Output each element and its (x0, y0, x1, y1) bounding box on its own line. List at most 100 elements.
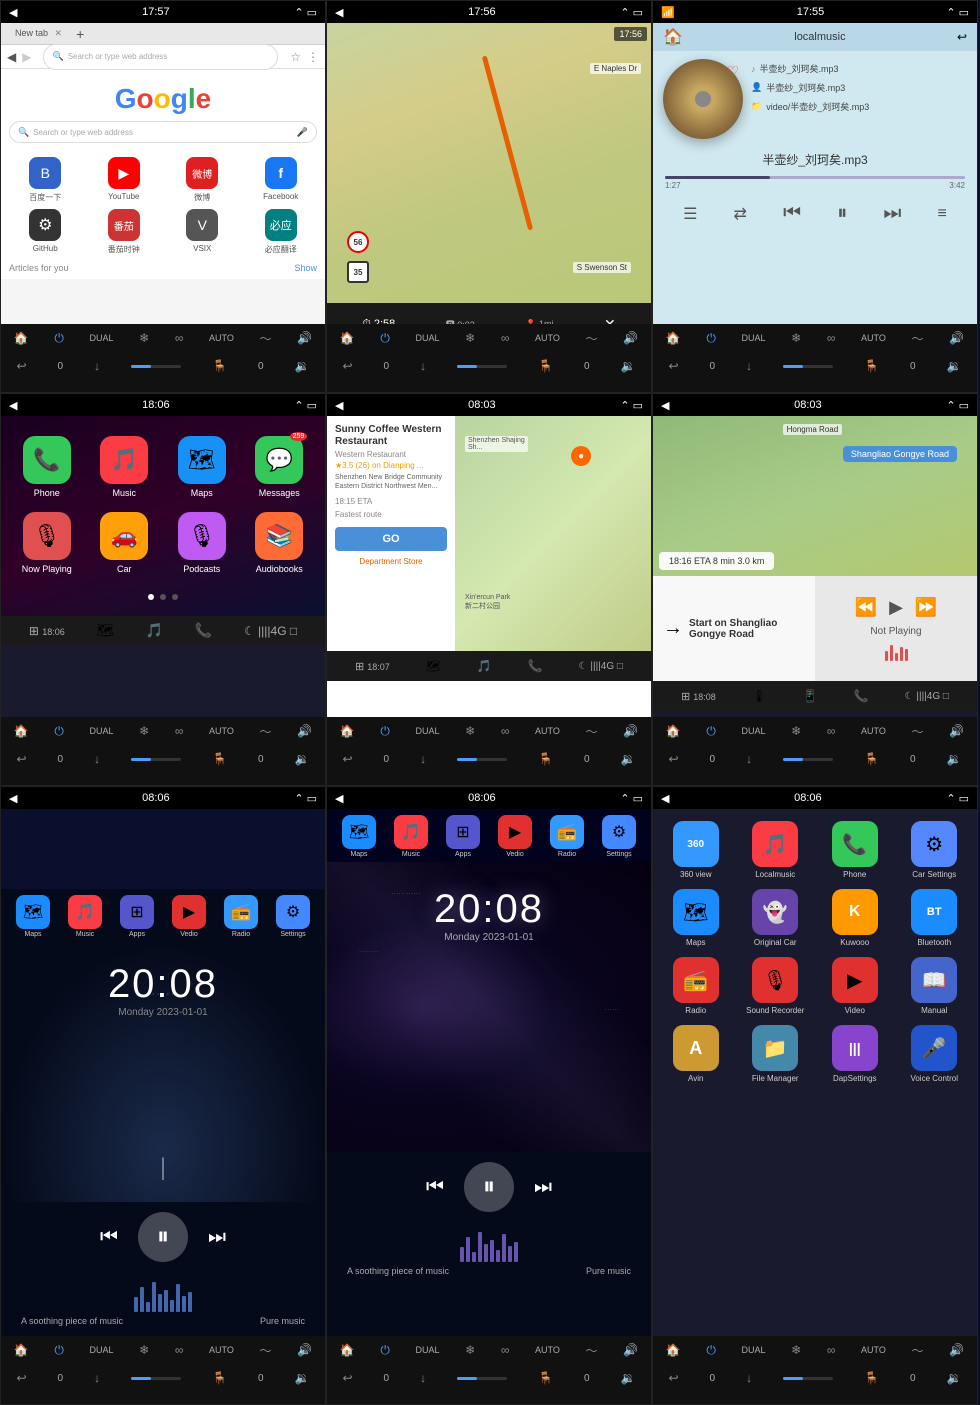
back-icon[interactable]: ↩ (16, 359, 26, 373)
ns2-music-app[interactable]: 🎵 Music (394, 815, 428, 858)
shortcut-baidu[interactable]: B 百度一下 (9, 157, 82, 203)
ns2-back-icon[interactable]: ◀ (335, 792, 343, 805)
split-back-tb-icon[interactable]: ↩ (668, 752, 678, 766)
poi-phone-icon[interactable]: 📞 (528, 659, 543, 673)
ns1-back-icon[interactable]: ◀ (9, 792, 17, 805)
ns1-speaker-icon[interactable]: 🔊 (297, 1343, 312, 1357)
cp-home-icon[interactable]: 🏠 (14, 724, 29, 738)
nav-wave-icon[interactable]: 〜 (586, 330, 598, 347)
track-item-3[interactable]: 📁 video/半壶纱_刘珂矣.mp3 (751, 97, 967, 116)
ns2-apps-app[interactable]: ⊞ Apps (446, 815, 480, 858)
browser-tab[interactable]: New tab ✕ (7, 26, 70, 41)
poi-link-icon[interactable]: ∞ (501, 724, 510, 738)
track-item-2[interactable]: 👤 半壶纱_刘珂矣.mp3 (751, 78, 967, 97)
next-icon[interactable]: ⏭ (883, 202, 901, 225)
ns2-vedio-app[interactable]: ▶ Vedio (498, 815, 532, 858)
track-item-1[interactable]: ♪ 半壶纱_刘珂矣.mp3 (751, 59, 967, 78)
ns1-wave-icon[interactable]: 〜 (260, 1342, 272, 1359)
poi-vol-down-icon[interactable]: 🔉 (621, 752, 636, 766)
ns2-link-icon[interactable]: ∞ (501, 1343, 510, 1357)
app-kuwooo[interactable]: K Kuwooo (820, 889, 890, 947)
music-speaker-icon[interactable]: 🔊 (949, 331, 964, 345)
carplay-audiobooks-app[interactable]: 📚 Audiobooks (248, 512, 312, 574)
google-search-bar[interactable]: 🔍 Search or type web address 🎤 (9, 121, 317, 143)
split-power-icon[interactable]: ⏻ (706, 724, 716, 739)
shortcut-bing[interactable]: 必应 必应翻译 (245, 209, 318, 255)
ns2-back-tb-icon[interactable]: ↩ (342, 1371, 352, 1385)
carplay-phone-app[interactable]: 📞 Phone (15, 436, 79, 498)
app-radio[interactable]: 📻 Radio (661, 957, 731, 1015)
app-localmusic[interactable]: 🎵 Localmusic (741, 821, 811, 879)
app-carsettings[interactable]: ⚙ Car Settings (900, 821, 970, 879)
nav-snowflake-icon[interactable]: ❄ (465, 331, 475, 345)
split-home-icon[interactable]: 🏠 (666, 724, 681, 738)
dock-phone-icon[interactable]: 📞 (195, 622, 212, 639)
cp-wave-icon[interactable]: 〜 (260, 723, 272, 740)
poi-maps-icon[interactable]: 🗺 (426, 659, 441, 673)
app-dapsettings[interactable]: ||| DapSettings (820, 1025, 890, 1083)
ns2-next-btn[interactable]: ⏭ (534, 1176, 552, 1199)
ns2-radio-app[interactable]: 📻 Radio (550, 815, 584, 858)
music-vol-down-icon[interactable]: 🔉 (947, 359, 962, 373)
music-back-tb-icon[interactable]: ↩ (668, 359, 678, 373)
volume-bar[interactable] (131, 365, 181, 368)
cp-snowflake-icon[interactable]: ❄ (139, 724, 149, 738)
split-maps-icon[interactable]: 🌡 (752, 689, 767, 703)
ns2-home-icon[interactable]: 🏠 (340, 1343, 355, 1357)
home-icon[interactable]: 🏠 (14, 331, 29, 345)
poi-back-icon[interactable]: ◀ (335, 399, 343, 412)
app-soundrecorder[interactable]: 🎙 Sound Recorder (741, 957, 811, 1015)
ns1-apps-app[interactable]: ⊞ Apps (120, 895, 154, 938)
split-wave-icon[interactable]: 〜 (912, 723, 924, 740)
music-power-icon[interactable]: ⏻ (706, 331, 716, 346)
split-play-icon[interactable]: ▶ (889, 597, 903, 618)
cp-volume-bar[interactable] (131, 758, 181, 761)
app-bluetooth[interactable]: BT Bluetooth (900, 889, 970, 947)
carplay-music-app[interactable]: 🎵 Music (93, 436, 157, 498)
apps-wave-icon[interactable]: 〜 (912, 1342, 924, 1359)
apps-back-icon[interactable]: ◀ (661, 792, 669, 805)
back-button[interactable]: ◀ (7, 50, 16, 64)
apps-home-icon[interactable]: 🏠 (666, 1343, 681, 1357)
cp-speaker-icon[interactable]: 🔊 (297, 724, 312, 738)
music-home-icon[interactable]: 🏠 (663, 27, 683, 47)
split-speaker-icon[interactable]: 🔊 (949, 724, 964, 738)
split-rewind-icon[interactable]: ⏪ (855, 597, 877, 618)
vol-down-icon[interactable]: 🔉 (295, 359, 310, 373)
snowflake-icon[interactable]: ❄ (139, 331, 149, 345)
ns1-link-icon[interactable]: ∞ (175, 1343, 184, 1357)
dock-grid-icon[interactable]: ⊞ 18:06 (29, 624, 65, 638)
apps-link-icon[interactable]: ∞ (827, 1343, 836, 1357)
pause-icon[interactable]: ⏸ (837, 202, 847, 225)
dock-maps-icon[interactable]: 🗺 (96, 622, 114, 639)
nav-back-tb-icon[interactable]: ↩ (342, 359, 352, 373)
apps-snowflake-icon[interactable]: ❄ (791, 1343, 801, 1357)
cp-link-icon[interactable]: ∞ (175, 724, 184, 738)
music-link-icon[interactable]: ∞ (827, 331, 836, 345)
ns1-home-icon[interactable]: 🏠 (14, 1343, 29, 1357)
dock-music-icon[interactable]: 🎵 (146, 622, 163, 639)
cp-back-tb-icon[interactable]: ↩ (16, 752, 26, 766)
speaker-icon[interactable]: 🔊 (297, 331, 312, 345)
app-video[interactable]: ▶ Video (820, 957, 890, 1015)
ns2-volume-bar[interactable] (457, 1377, 507, 1380)
split-back-icon[interactable]: ◀ (661, 399, 669, 412)
nav-speaker-icon[interactable]: 🔊 (623, 331, 638, 345)
ns2-snowflake-icon[interactable]: ❄ (465, 1343, 475, 1357)
carplay-podcasts-app[interactable]: 🎙 Podcasts (170, 512, 234, 574)
ns1-music-app[interactable]: 🎵 Music (68, 895, 102, 938)
cp-power-icon[interactable]: ⏻ (54, 724, 64, 739)
app-360view[interactable]: 360 360 view (661, 821, 731, 879)
apps-speaker-icon[interactable]: 🔊 (949, 1343, 964, 1357)
shuffle-icon[interactable]: ⇄ (734, 204, 747, 224)
shortcut-github[interactable]: ⚙ GitHub (9, 209, 82, 255)
apps-vol-down-icon[interactable]: 🔉 (947, 1371, 962, 1385)
show-link[interactable]: Show (294, 263, 317, 273)
ns2-pause-btn[interactable]: ⏸ (464, 1162, 514, 1212)
split-volume-bar[interactable] (783, 758, 833, 761)
poi-music-icon[interactable]: 🎵 (477, 659, 492, 673)
music-back-icon[interactable]: ↩ (957, 30, 967, 44)
apps-back-tb-icon[interactable]: ↩ (668, 1371, 678, 1385)
shortcut-youtube[interactable]: ▶ YouTube (88, 157, 161, 203)
ns2-wave-icon[interactable]: 〜 (586, 1342, 598, 1359)
